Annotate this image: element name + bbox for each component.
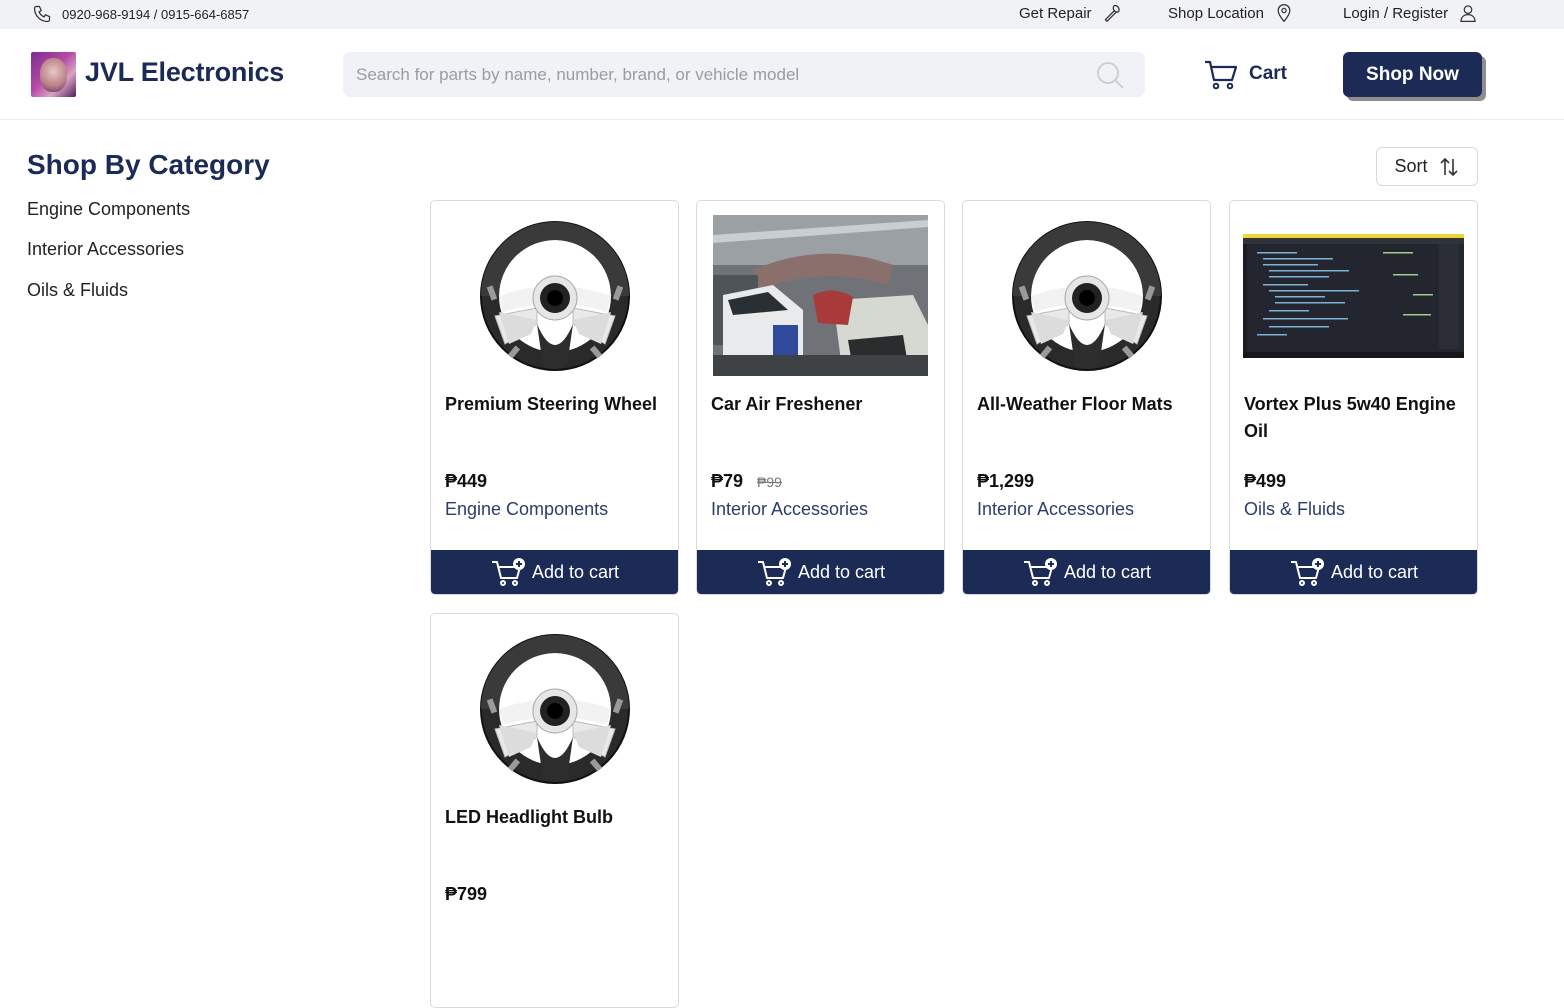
product-card[interactable]: LED Headlight Bulb ₱799 bbox=[430, 613, 679, 1008]
product-name[interactable]: Vortex Plus 5w40 Engine Oil bbox=[1244, 391, 1464, 445]
user-icon bbox=[1460, 5, 1476, 22]
product-card[interactable]: Premium Steering Wheel ₱449 Engine Compo… bbox=[430, 200, 679, 595]
product-image[interactable] bbox=[963, 213, 1210, 378]
location-pin-icon bbox=[1277, 4, 1291, 23]
add-cart-icon bbox=[756, 557, 792, 587]
sort-button[interactable]: Sort bbox=[1376, 147, 1478, 186]
product-card[interactable]: All-Weather Floor Mats ₱1,299 Interior A… bbox=[962, 200, 1211, 595]
get-repair-link[interactable]: Get Repair bbox=[1019, 3, 1122, 23]
current-price: ₱79 bbox=[711, 471, 744, 491]
product-price: ₱449 bbox=[445, 471, 487, 492]
product-price: ₱799 bbox=[445, 884, 487, 905]
product-category: Interior Accessories bbox=[711, 499, 869, 519]
cart-link[interactable]: Cart bbox=[1203, 58, 1287, 90]
add-cart-icon bbox=[490, 557, 526, 587]
product-category: Interior Accessories bbox=[977, 499, 1135, 519]
add-to-cart-label: Add to cart bbox=[531, 561, 620, 582]
add-cart-icon bbox=[1022, 557, 1058, 587]
phone-contact: 0920-968-9194 / 0915-664-6857 bbox=[32, 4, 249, 24]
brand-name[interactable]: JVL Electronics bbox=[85, 57, 284, 88]
main-header: JVL Electronics Cart Shop Now bbox=[0, 29, 1564, 120]
shop-location-label: Shop Location bbox=[1168, 4, 1264, 22]
product-category: Engine Components bbox=[445, 499, 609, 519]
product-image[interactable] bbox=[697, 213, 944, 378]
add-to-cart-label: Add to cart bbox=[1063, 561, 1152, 582]
current-price: ₱799 bbox=[445, 884, 488, 904]
code-editor-screenshot-image bbox=[1243, 233, 1464, 358]
top-bar: 0920-968-9194 / 0915-664-6857 Get Repair… bbox=[0, 0, 1564, 29]
product-name[interactable]: Car Air Freshener bbox=[711, 391, 931, 418]
add-to-cart-button[interactable]: Add to cart bbox=[431, 550, 678, 594]
sort-label: Sort bbox=[1394, 156, 1428, 176]
cart-icon bbox=[1205, 60, 1238, 90]
steering-wheel-image bbox=[475, 629, 635, 789]
get-repair-label: Get Repair bbox=[1019, 4, 1092, 22]
add-to-cart-label: Add to cart bbox=[797, 561, 886, 582]
search-input[interactable] bbox=[343, 52, 1083, 97]
original-price: ₱99 bbox=[757, 474, 782, 490]
login-register-link[interactable]: Login / Register bbox=[1343, 3, 1478, 23]
search-bar bbox=[343, 52, 1145, 97]
product-image[interactable] bbox=[431, 213, 678, 378]
product-price: ₱499 bbox=[1244, 471, 1286, 492]
product-price: ₱1,299 bbox=[977, 471, 1034, 492]
sidebar-item-engine-components[interactable]: Engine Components bbox=[27, 199, 190, 220]
login-register-label: Login / Register bbox=[1343, 4, 1449, 22]
current-price: ₱1,299 bbox=[977, 471, 1035, 491]
sidebar-title: Shop By Category bbox=[27, 149, 270, 180]
product-name[interactable]: LED Headlight Bulb bbox=[445, 804, 665, 831]
sort-arrows-icon bbox=[1439, 157, 1458, 176]
brand-logo[interactable] bbox=[31, 52, 76, 97]
product-name[interactable]: Premium Steering Wheel bbox=[445, 391, 665, 418]
sidebar-item-interior-accessories[interactable]: Interior Accessories bbox=[27, 239, 184, 260]
sidebar-item-oils-fluids[interactable]: Oils & Fluids bbox=[27, 280, 128, 301]
shop-location-link[interactable]: Shop Location bbox=[1168, 3, 1294, 23]
product-card[interactable]: Car Air Freshener ₱79 ₱99 Interior Acces… bbox=[696, 200, 945, 595]
wrench-icon bbox=[1104, 4, 1120, 22]
phone-numbers: 0920-968-9194 / 0915-664-6857 bbox=[62, 6, 250, 22]
add-cart-icon bbox=[1289, 557, 1325, 587]
phone-icon bbox=[33, 5, 51, 23]
product-price: ₱79 ₱99 bbox=[711, 471, 782, 492]
product-card[interactable]: Vortex Plus 5w40 Engine Oil ₱499 Oils & … bbox=[1229, 200, 1478, 595]
product-image[interactable] bbox=[431, 626, 678, 791]
add-to-cart-label: Add to cart bbox=[1330, 561, 1419, 582]
garage-photo-image bbox=[713, 215, 928, 376]
current-price: ₱499 bbox=[1244, 471, 1287, 491]
current-price: ₱449 bbox=[445, 471, 488, 491]
add-to-cart-button[interactable]: Add to cart bbox=[963, 550, 1210, 594]
product-category: Oils & Fluids bbox=[1244, 499, 1346, 519]
shop-now-button[interactable]: Shop Now bbox=[1343, 52, 1482, 97]
add-to-cart-button[interactable]: Add to cart bbox=[1230, 550, 1477, 594]
add-to-cart-button[interactable]: Add to cart bbox=[697, 550, 944, 594]
steering-wheel-image bbox=[475, 216, 635, 376]
product-image[interactable] bbox=[1230, 213, 1477, 378]
cart-label: Cart bbox=[1249, 63, 1288, 84]
search-icon[interactable] bbox=[1095, 60, 1125, 90]
steering-wheel-image bbox=[1007, 216, 1167, 376]
product-name[interactable]: All-Weather Floor Mats bbox=[977, 391, 1197, 418]
